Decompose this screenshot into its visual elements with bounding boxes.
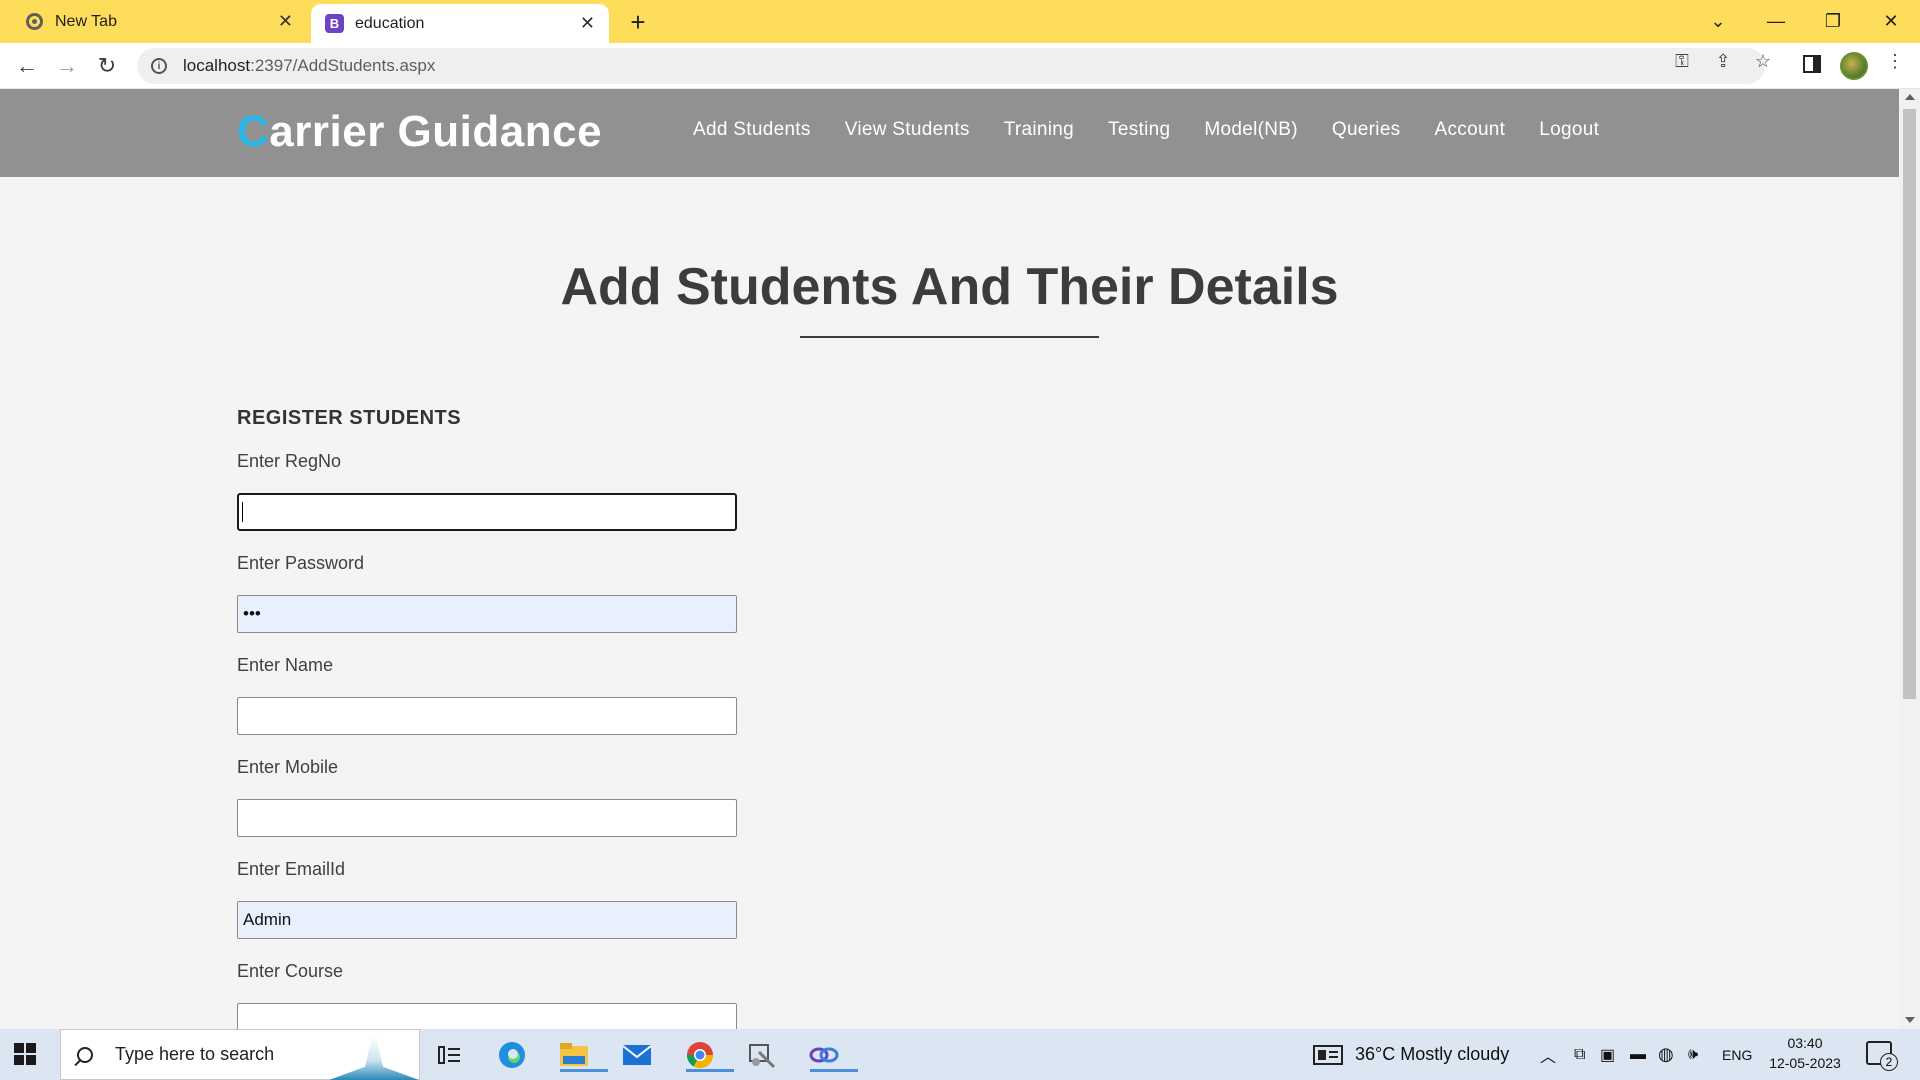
reload-icon[interactable]: ↻ (92, 51, 122, 81)
scroll-up-icon[interactable] (1905, 94, 1915, 100)
running-indicator (686, 1069, 734, 1072)
running-indicator (810, 1069, 858, 1072)
email-input[interactable] (237, 901, 737, 939)
restore-icon[interactable]: ❐ (1818, 6, 1848, 36)
windows-start-icon[interactable] (14, 1043, 36, 1065)
search-placeholder: Type here to search (115, 1044, 275, 1064)
chrome-taskbar-icon[interactable] (682, 1037, 734, 1073)
page-scrollbar[interactable] (1899, 89, 1920, 1029)
key-icon[interactable]: ⚿ (1671, 50, 1693, 72)
mail-icon[interactable] (619, 1037, 655, 1073)
scroll-down-icon[interactable] (1905, 1017, 1915, 1023)
chrome-icon (25, 12, 44, 31)
tab-search-chevron-icon[interactable]: ⌄ (1703, 6, 1733, 36)
clock-date: 12-05-2023 (1769, 1055, 1841, 1071)
email-label: Enter EmailId (237, 859, 346, 879)
nav-add-students[interactable]: Add Students (693, 119, 811, 141)
nav-queries[interactable]: Queries (1332, 119, 1401, 141)
tab-education[interactable]: B education ✕ (311, 4, 609, 43)
volume-icon[interactable]: 🕪 (1688, 1029, 1698, 1080)
title-underline (800, 336, 1099, 338)
settings-tools-icon[interactable] (744, 1037, 780, 1073)
weather-text: 36°C Mostly cloudy (1355, 1044, 1510, 1064)
browser-toolbar: ← → ↻ i localhost:2397/AddStudents.aspx … (0, 43, 1920, 89)
nav-training[interactable]: Training (1004, 119, 1074, 141)
kebab-menu-icon[interactable]: ⋮ (1884, 50, 1906, 72)
site-info-icon[interactable]: i (151, 58, 167, 74)
notification-count-badge: 2 (1880, 1053, 1898, 1071)
regno-input[interactable] (237, 493, 737, 531)
minimize-icon[interactable]: — (1761, 6, 1791, 36)
address-url[interactable]: localhost:2397/AddStudents.aspx (183, 56, 435, 76)
name-input[interactable] (237, 697, 737, 735)
password-input[interactable] (237, 595, 737, 633)
name-label: Enter Name (237, 655, 334, 675)
taskbar-search[interactable]: Type here to search (60, 1029, 420, 1080)
tab-close-icon[interactable]: ✕ (278, 11, 293, 32)
weather-widget[interactable]: 36°C Mostly cloudy (1313, 1029, 1509, 1080)
section-heading: REGISTER STUDENTS (237, 407, 462, 429)
display-icon[interactable]: ▣ (1600, 1029, 1615, 1080)
bootstrap-icon: B (325, 14, 344, 33)
tab-title: New Tab (55, 12, 117, 30)
meet-now-icon[interactable]: ⧉ (1574, 1029, 1585, 1080)
password-label: Enter Password (237, 553, 365, 573)
system-clock[interactable]: 03:40 12-05-2023 (1760, 1033, 1850, 1073)
new-tab-button[interactable]: + (624, 7, 652, 37)
scrollbar-thumb[interactable] (1903, 109, 1916, 699)
visual-studio-icon[interactable] (806, 1037, 858, 1073)
nav-view-students[interactable]: View Students (845, 119, 970, 141)
site-nav: Add Students View Students Training Test… (693, 119, 1633, 141)
file-explorer-icon[interactable] (556, 1037, 608, 1073)
nav-testing[interactable]: Testing (1108, 119, 1170, 141)
tab-new-tab[interactable]: New Tab ✕ (0, 0, 307, 43)
nav-logout[interactable]: Logout (1539, 119, 1599, 141)
edge-icon[interactable] (494, 1037, 530, 1073)
text-caret (242, 502, 243, 522)
nav-model-nb[interactable]: Model(NB) (1204, 119, 1298, 141)
clock-time: 03:40 (1787, 1035, 1823, 1051)
address-bar[interactable]: i localhost:2397/AddStudents.aspx (137, 48, 1765, 84)
nav-account[interactable]: Account (1435, 119, 1506, 141)
windows-taskbar: Type here to search 36°C Mostly cloudy ︿… (0, 1029, 1920, 1080)
page-title: Add Students And Their Details (560, 258, 1339, 316)
weather-news-icon (1313, 1044, 1343, 1065)
page-viewport: Carrier Guidance Add Students View Stude… (0, 89, 1899, 1029)
task-view-icon[interactable] (432, 1037, 468, 1073)
mobile-input[interactable] (237, 799, 737, 837)
share-icon[interactable]: ⇪ (1712, 50, 1734, 72)
tab-close-icon[interactable]: ✕ (580, 13, 595, 34)
battery-icon[interactable]: ▬ (1630, 1029, 1646, 1080)
course-label: Enter Course (237, 961, 344, 981)
forward-arrow-icon[interactable]: → (52, 51, 82, 81)
show-hidden-icons-chevron-icon[interactable]: ︿ (1540, 1029, 1556, 1080)
search-highlight-image (329, 1036, 419, 1080)
side-panel-icon[interactable] (1801, 53, 1823, 75)
language-indicator[interactable]: ENG (1722, 1029, 1752, 1080)
running-indicator (560, 1069, 608, 1072)
regno-label: Enter RegNo (237, 451, 342, 471)
back-arrow-icon[interactable]: ← (12, 51, 42, 81)
bookmark-star-icon[interactable]: ☆ (1752, 50, 1774, 72)
search-icon (77, 1046, 93, 1063)
profile-avatar[interactable] (1840, 52, 1868, 80)
close-window-icon[interactable]: ✕ (1876, 6, 1906, 36)
tab-title: education (355, 14, 425, 32)
network-globe-icon[interactable]: ◍ (1658, 1029, 1674, 1080)
site-header: Carrier Guidance Add Students View Stude… (0, 89, 1899, 177)
tab-strip: New Tab ✕ B education ✕ + ⌄ — ❐ ✕ (0, 0, 1920, 43)
site-logo[interactable]: Carrier Guidance (237, 107, 602, 157)
course-input[interactable] (237, 1003, 737, 1029)
mobile-label: Enter Mobile (237, 757, 339, 777)
